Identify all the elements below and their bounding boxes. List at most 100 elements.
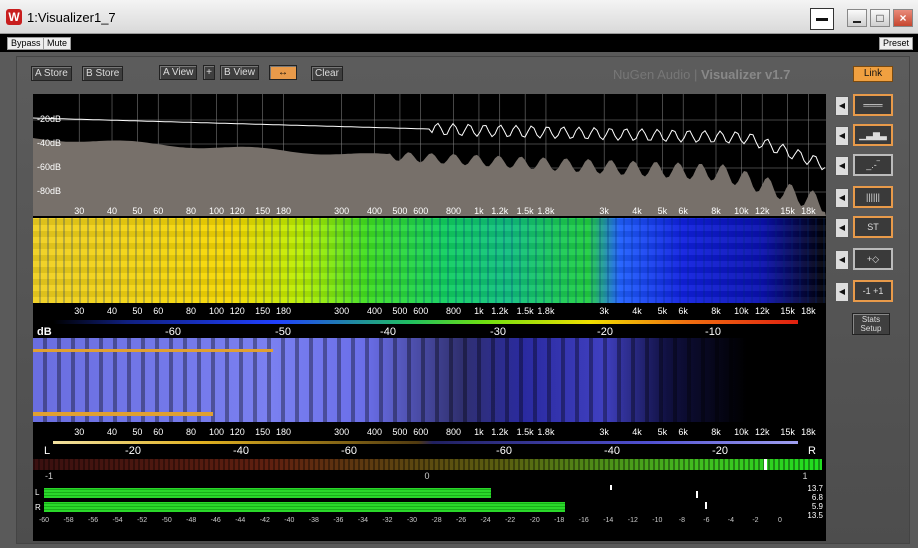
level-tick-label: 0 bbox=[778, 517, 782, 524]
gradient-icon[interactable]: |||||| bbox=[853, 186, 893, 208]
gradient-toggle-arrow[interactable]: ◀ bbox=[835, 188, 849, 208]
frequency-tick-label: 300 bbox=[334, 427, 350, 437]
correlation-meter bbox=[33, 459, 822, 470]
clear-button[interactable]: Clear bbox=[311, 66, 343, 81]
frequency-tick-label: 4k bbox=[632, 427, 642, 437]
spectrum-graph[interactable] bbox=[33, 94, 826, 216]
frequency-tick-label: 600 bbox=[413, 206, 429, 216]
preset-button[interactable]: Preset bbox=[878, 37, 913, 50]
sonogram-heatmap[interactable] bbox=[33, 218, 826, 303]
zoom-icon[interactable]: +◇ bbox=[853, 248, 893, 270]
frequency-axis: 30 40 50 60 80 100 120 150 180 300 400 500 600 800 1k 1… bbox=[33, 206, 826, 218]
stereo-scale-label: -60 bbox=[341, 445, 357, 457]
level-tick-label: -14 bbox=[603, 517, 614, 524]
frequency-tick-label: 1.8k bbox=[537, 206, 555, 216]
bars-icon[interactable]: ▁▃▆▃ bbox=[853, 124, 893, 146]
title-bar: W 1:Visualizer1_7 □ × bbox=[0, 0, 918, 34]
b-store-button[interactable]: B Store bbox=[82, 66, 124, 81]
correlation-label: 1 bbox=[802, 471, 808, 481]
frequency-tick-label: 500 bbox=[392, 206, 408, 216]
frequency-tick-label: 15k bbox=[780, 306, 795, 316]
frequency-tick-label: 80 bbox=[186, 306, 197, 316]
frequency-tick-label: 18k bbox=[801, 206, 816, 216]
spectrum-toggle-arrow[interactable]: ◀ bbox=[835, 96, 849, 116]
frequency-tick-label: 60 bbox=[153, 206, 164, 216]
smooth-toggle-arrow[interactable]: ◀ bbox=[835, 156, 849, 176]
st-toggle-arrow[interactable]: ◀ bbox=[835, 218, 849, 238]
minimize-button[interactable] bbox=[847, 9, 867, 27]
frequency-tick-label: 100 bbox=[208, 427, 224, 437]
readout-peak-r: 13.5 bbox=[807, 511, 823, 520]
frequency-tick-label: 1.5k bbox=[516, 206, 534, 216]
a-store-button[interactable]: A Store bbox=[31, 66, 72, 81]
level-tick-label: -18 bbox=[554, 517, 565, 524]
level-tick-label: -46 bbox=[210, 517, 221, 524]
level-tick-label: -56 bbox=[88, 517, 99, 524]
stereo-st-button[interactable]: ST bbox=[853, 216, 893, 238]
frequency-tick-label: 1.8k bbox=[537, 427, 555, 437]
stereo-left-trace bbox=[33, 412, 213, 416]
stereo-scale-label: -40 bbox=[604, 445, 620, 457]
plugin-window: W 1:Visualizer1_7 □ × Bypass Mute Preset… bbox=[0, 0, 918, 548]
product-name: Visualizer v1.7 bbox=[700, 67, 791, 82]
bars-toggle-arrow[interactable]: ◀ bbox=[835, 126, 849, 146]
frequency-tick-label: 6k bbox=[678, 206, 688, 216]
level-readouts: 13.7 6.8 5.9 13.5 bbox=[797, 484, 823, 520]
frequency-tick-label: 30 bbox=[74, 427, 85, 437]
frequency-tick-label: 80 bbox=[186, 427, 197, 437]
level-tick-label: -58 bbox=[63, 517, 74, 524]
frequency-tick-label: 40 bbox=[106, 306, 118, 316]
smooth-icon[interactable]: _.-‾ bbox=[853, 154, 893, 176]
stereo-scale-label: -40 bbox=[233, 445, 249, 457]
frequency-tick-label: 1.5k bbox=[516, 427, 534, 437]
frequency-tick-label: 30 bbox=[74, 306, 85, 316]
maximize-button[interactable]: □ bbox=[870, 9, 890, 27]
frequency-tick-label: 3k bbox=[599, 206, 609, 216]
peak-hold-marker bbox=[705, 502, 707, 509]
w-logo-icon: W bbox=[6, 9, 22, 25]
b-view-button[interactable]: B View bbox=[220, 65, 259, 80]
frequency-tick-label: 500 bbox=[392, 306, 408, 316]
frequency-tick-label: 3k bbox=[599, 306, 609, 316]
peak-hold-marker bbox=[696, 491, 698, 498]
correlation-toggle-arrow[interactable]: ◀ bbox=[835, 282, 849, 302]
frequency-tick-label: 1.2k bbox=[491, 306, 509, 316]
frequency-tick-label: 5k bbox=[657, 206, 668, 216]
level-tick-label: -8 bbox=[678, 517, 685, 524]
channel-label-r: R bbox=[35, 503, 41, 512]
color-scale-label: -50 bbox=[275, 326, 291, 338]
peak-hold-marker bbox=[610, 485, 612, 490]
lines-icon[interactable]: ═══ bbox=[853, 94, 893, 116]
stats-setup-button[interactable]: Stats Setup bbox=[852, 313, 890, 335]
frequency-tick-label: 30 bbox=[74, 206, 85, 216]
frequency-tick-label: 100 bbox=[208, 206, 224, 216]
link-button[interactable]: Link bbox=[853, 66, 893, 82]
zoom-toggle-arrow[interactable]: ◀ bbox=[835, 250, 849, 270]
color-scale-label: -20 bbox=[597, 326, 613, 338]
ab-plus-button[interactable]: + bbox=[203, 65, 215, 80]
frequency-tick-label: 300 bbox=[334, 306, 350, 316]
swap-arrows-icon[interactable]: ↔ bbox=[269, 65, 297, 80]
mute-button[interactable]: Mute bbox=[43, 37, 72, 50]
frequency-axis: 30 40 50 60 80 100 120 150 180 300 400 500 600 800 1k 1… bbox=[33, 427, 826, 439]
level-tick-label: -42 bbox=[259, 517, 270, 524]
channel-label-l: L bbox=[35, 488, 40, 497]
frequency-tick-label: 180 bbox=[275, 427, 291, 437]
readout-peak-l: 13.7 bbox=[807, 484, 823, 493]
a-view-button[interactable]: A View bbox=[159, 65, 198, 80]
correlation-label: 0 bbox=[424, 471, 430, 481]
db-label: -80dB bbox=[37, 186, 62, 196]
frequency-tick-label: 12k bbox=[754, 206, 770, 216]
frequency-tick-label: 600 bbox=[413, 427, 429, 437]
frequency-tick-label: 10k bbox=[734, 306, 749, 316]
stereo-scale-label: -20 bbox=[712, 445, 728, 457]
level-tick-label: -30 bbox=[406, 517, 418, 524]
correlation-range-button[interactable]: -1 +1 bbox=[853, 280, 893, 302]
level-tick-label: -24 bbox=[480, 517, 491, 524]
close-button[interactable]: × bbox=[893, 9, 913, 27]
collapse-button[interactable] bbox=[810, 8, 834, 30]
frequency-tick-label: 3k bbox=[599, 427, 609, 437]
level-tick-label: -54 bbox=[112, 517, 123, 524]
level-meter-left bbox=[44, 488, 491, 498]
bypass-button[interactable]: Bypass bbox=[7, 37, 45, 50]
